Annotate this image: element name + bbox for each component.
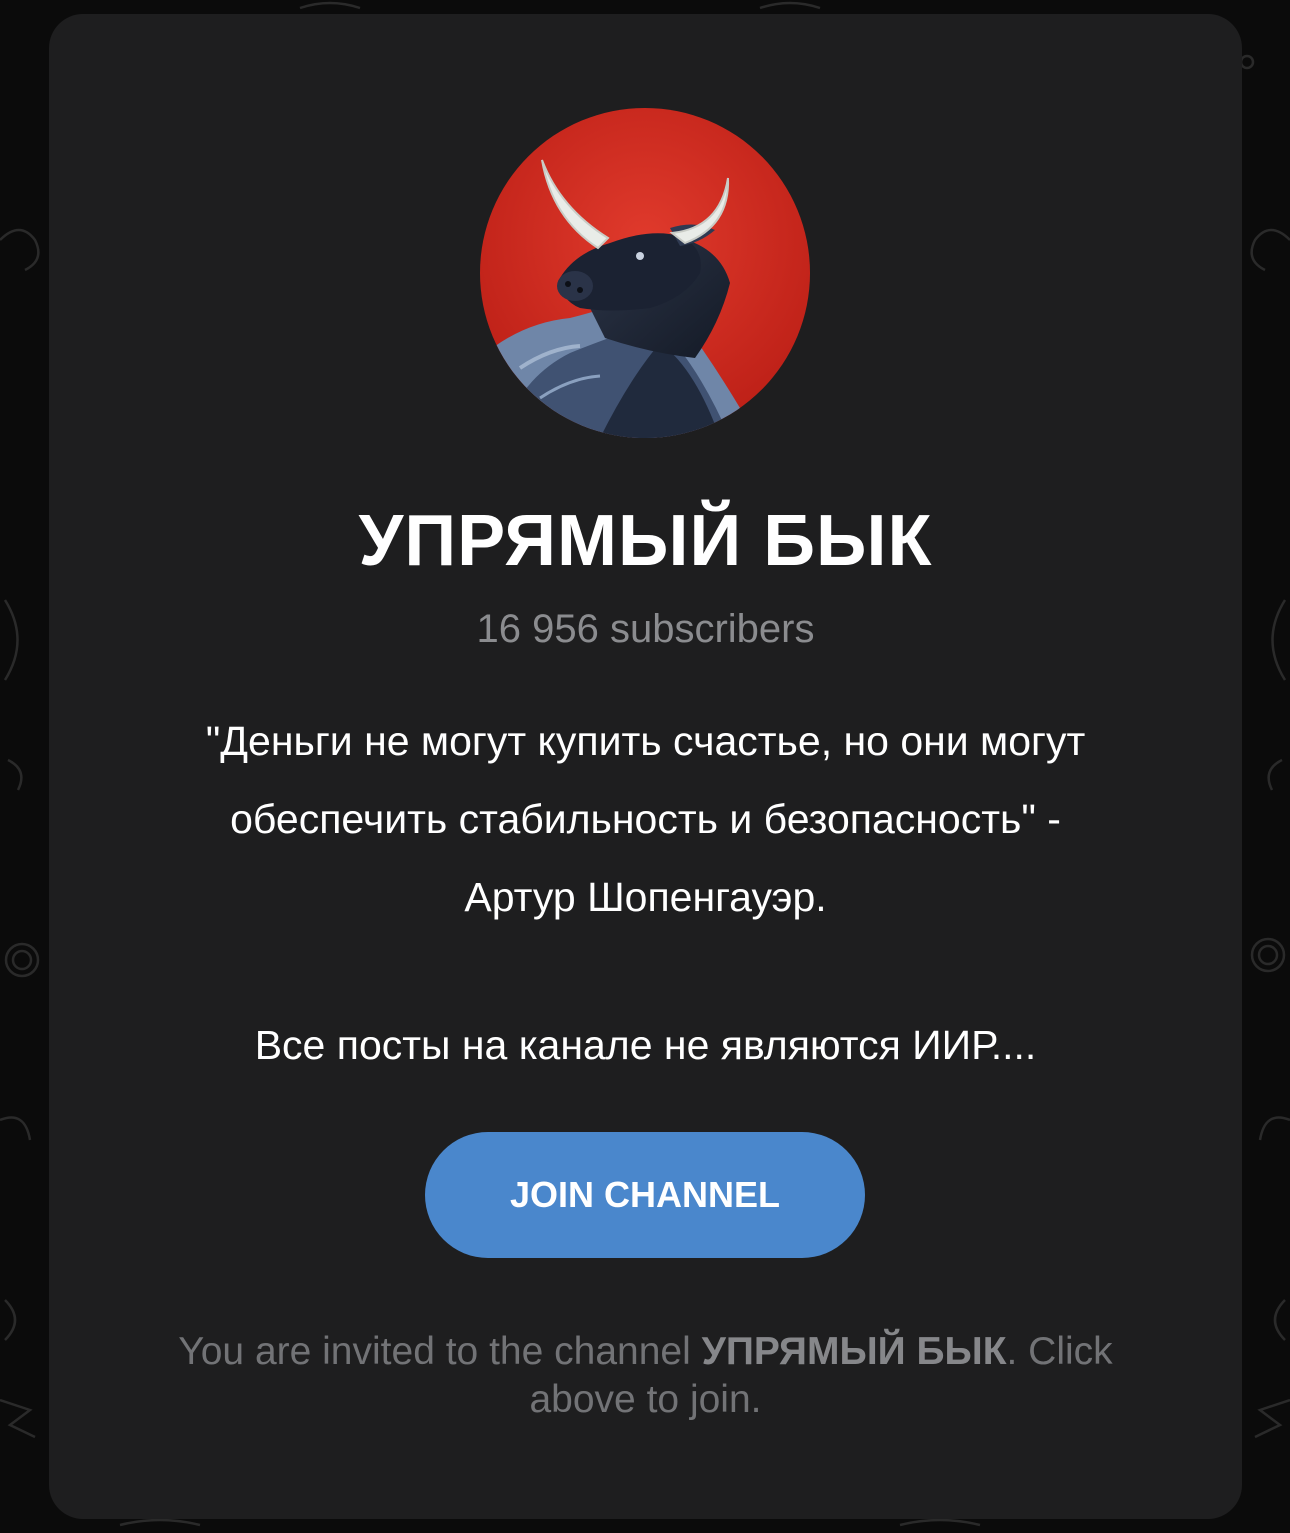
subscriber-count: 16 956 subscribers [476,607,815,651]
channel-title: УПРЯМЫЙ БЫК [358,501,933,581]
description-notice: Все посты на канале не являются ИИР.... [254,1022,1037,1068]
invite-note: You are invited to the channel УПРЯМЫЙ Б… [139,1328,1152,1424]
invite-channel-name: УПРЯМЫЙ БЫК [701,1330,1007,1373]
bull-avatar-image [480,108,810,438]
channel-invite-card: УПРЯМЫЙ БЫК 16 956 subscribers "Деньги н… [49,14,1242,1519]
channel-description: "Деньги не могут купить счастье, но они … [99,702,1192,1084]
description-quote: "Деньги не могут купить счастье, но они … [205,718,1086,920]
join-channel-button[interactable]: JOIN CHANNEL [425,1132,865,1258]
invite-prefix: You are invited to the channel [178,1330,702,1373]
channel-avatar [480,108,810,438]
